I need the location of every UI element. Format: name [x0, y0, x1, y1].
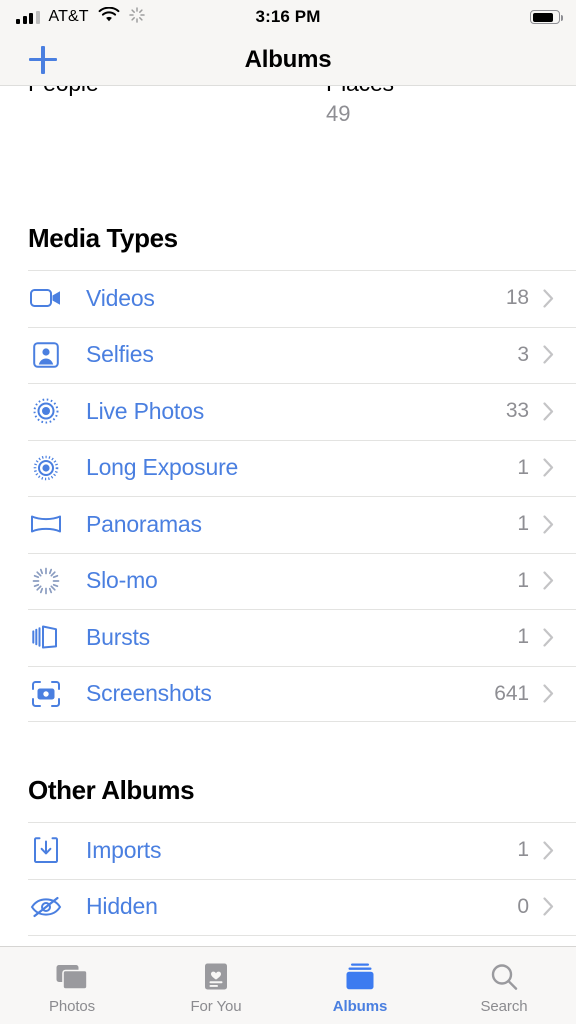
row-label: Long Exposure: [86, 454, 239, 481]
row-count: 3: [517, 342, 529, 366]
import-tray-icon: [28, 833, 64, 867]
tab-label: Search: [480, 997, 528, 1015]
row-count: 18: [505, 286, 529, 310]
media-types-list: Videos 18 Selfies 3 Live Photos 33 Long …: [0, 270, 576, 722]
photos-stack-icon: [55, 961, 89, 993]
panorama-icon: [28, 507, 64, 541]
chevron-right-icon: [543, 628, 554, 647]
long-exposure-icon: [28, 451, 64, 485]
row-count: 1: [517, 838, 529, 862]
tab-for-you[interactable]: For You: [144, 947, 288, 1024]
row-label: Selfies: [86, 341, 154, 368]
row-label: Slo-mo: [86, 567, 158, 594]
live-photo-icon: [28, 394, 64, 428]
tab-photos[interactable]: Photos: [0, 947, 144, 1024]
row-label: Hidden: [86, 893, 158, 920]
row-count: 1: [517, 568, 529, 592]
chevron-right-icon: [543, 289, 554, 308]
row-screenshots[interactable]: Screenshots 641: [0, 665, 576, 722]
tab-label: Albums: [332, 997, 388, 1015]
row-label: Screenshots: [86, 680, 212, 707]
row-count: 1: [517, 625, 529, 649]
section-header-media-types: Media Types: [28, 223, 178, 253]
eye-slash-icon: [28, 890, 64, 924]
activity-spinner-icon: [128, 6, 145, 28]
carrier-label: AT&T: [48, 8, 89, 25]
row-hidden[interactable]: Hidden 0: [0, 878, 576, 935]
row-slo-mo[interactable]: Slo-mo 1: [0, 552, 576, 609]
row-count: 33: [505, 399, 529, 423]
album-tile-count: 49: [326, 101, 351, 126]
section-header-other-albums: Other Albums: [28, 775, 195, 805]
row-live-photos[interactable]: Live Photos 33: [0, 383, 576, 440]
page-title: Albums: [244, 46, 332, 73]
tab-label: For You: [190, 997, 242, 1015]
cellular-bars-icon: [16, 10, 40, 24]
row-count: 641: [494, 681, 529, 705]
row-imports[interactable]: Imports 1: [0, 822, 576, 879]
chevron-right-icon: [543, 402, 554, 421]
row-label: Live Photos: [86, 397, 204, 424]
bursts-icon: [28, 620, 64, 654]
chevron-right-icon: [543, 345, 554, 364]
clock-label: 3:16 PM: [255, 7, 321, 26]
tab-bar: Photos For You Albums Search: [0, 946, 576, 1024]
row-label: Imports: [86, 836, 162, 863]
chevron-right-icon: [543, 515, 554, 534]
search-icon: [489, 961, 519, 993]
row-videos[interactable]: Videos 18: [0, 270, 576, 327]
chevron-right-icon: [543, 841, 554, 860]
photos-albums-screen: AT&T 3:16 PM 49 Media Types Videos 18 Se…: [0, 0, 576, 1024]
scroll-content: People Places 49 Media Types: [0, 34, 576, 946]
row-panoramas[interactable]: Panoramas 1: [0, 496, 576, 553]
row-label: Bursts: [86, 623, 150, 650]
video-camera-icon: [28, 281, 64, 315]
row-label: Panoramas: [86, 510, 202, 537]
navigation-bar: Albums: [0, 34, 576, 86]
row-long-exposure[interactable]: Long Exposure 1: [0, 439, 576, 496]
row-count: 1: [517, 512, 529, 536]
tab-albums[interactable]: Albums: [288, 947, 432, 1024]
row-selfies[interactable]: Selfies 3: [0, 326, 576, 383]
chevron-right-icon: [543, 684, 554, 703]
status-bar-left: AT&T: [16, 6, 145, 28]
tab-label: Photos: [48, 997, 96, 1015]
albums-scroll-view[interactable]: People Places 49 Media Types: [0, 34, 576, 946]
row-bursts[interactable]: Bursts 1: [0, 609, 576, 666]
chevron-right-icon: [543, 458, 554, 477]
status-bar: AT&T 3:16 PM: [0, 0, 576, 34]
battery-icon: [530, 10, 563, 24]
row-count: 1: [517, 455, 529, 479]
other-albums-list: Imports 1 Hidden 0: [0, 822, 576, 946]
row-label: Videos: [86, 284, 155, 311]
albums-stack-icon: [343, 961, 377, 993]
row-count: 0: [517, 894, 529, 918]
screenshot-icon: [28, 677, 64, 711]
status-bar-right: [530, 10, 563, 24]
chevron-right-icon: [543, 571, 554, 590]
tab-search[interactable]: Search: [432, 947, 576, 1024]
slo-mo-icon: [28, 564, 64, 598]
selfie-person-icon: [28, 338, 64, 372]
for-you-heart-icon: [202, 961, 230, 993]
chevron-right-icon: [543, 897, 554, 916]
row-recently-deleted[interactable]: Recently Deleted 7: [0, 935, 576, 946]
wifi-icon: [98, 6, 120, 28]
